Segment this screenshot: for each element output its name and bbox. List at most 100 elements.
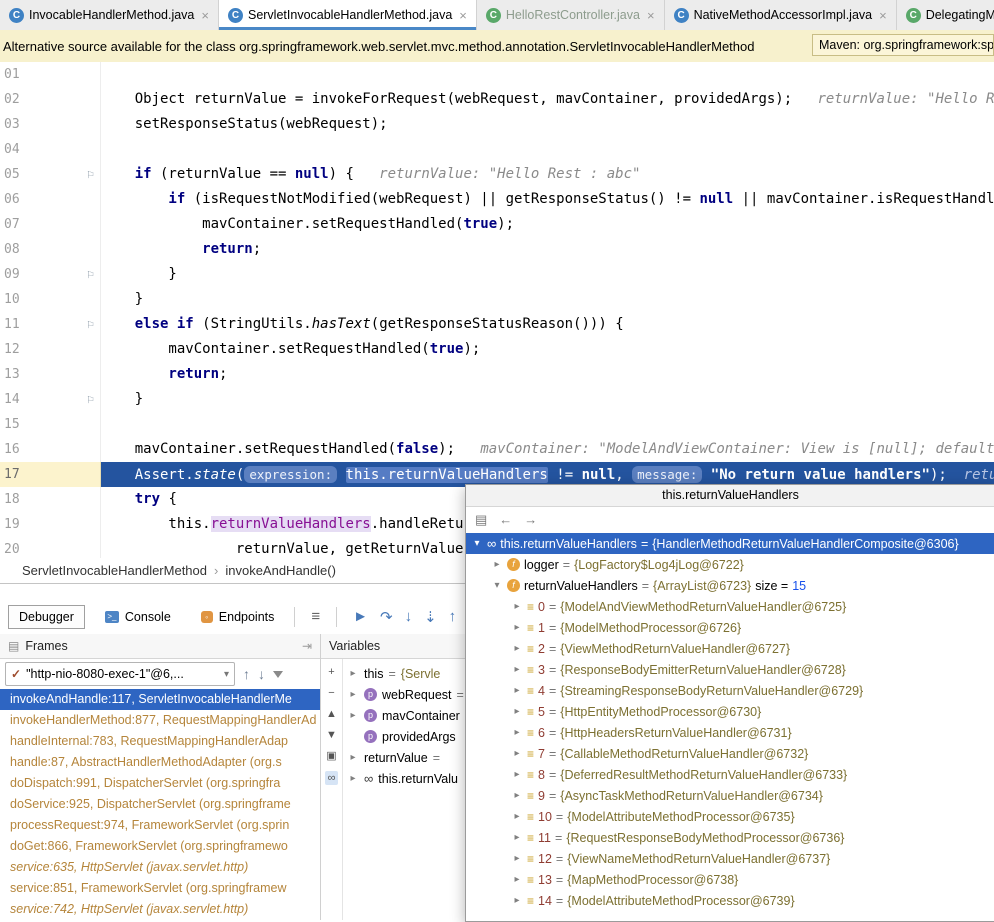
stack-frame[interactable]: handleInternal:783, RequestMappingHandle… [0,731,320,752]
code-text[interactable]: return; [101,237,994,262]
stack-frame[interactable]: service:635, HttpServlet (javax.servlet.… [0,857,320,878]
previous-frame-icon[interactable]: ↑ [243,666,250,682]
close-icon[interactable]: × [879,8,887,23]
tree-row[interactable]: ▸≡12 = {ViewNameMethodReturnValueHandler… [466,848,994,869]
tree-row[interactable]: ▸≡8 = {DeferredResultMethodReturnValueHa… [466,764,994,785]
panel-menu-icon[interactable]: ⇥ [302,639,312,653]
chevron-right-icon[interactable]: ▸ [511,685,523,696]
tree-row[interactable]: ▸≡10 = {ModelAttributeMethodProcessor@67… [466,806,994,827]
layout-settings-icon[interactable]: ≡ [305,608,326,625]
add-watch-icon[interactable]: + [328,666,334,678]
code-text[interactable]: return; [101,362,994,387]
stack-frame[interactable]: processRequest:974, FrameworkServlet (or… [0,815,320,836]
code-text[interactable] [101,137,994,162]
filter-funnel-icon[interactable] [273,671,283,678]
chevron-right-icon[interactable]: ▸ [511,853,523,864]
editor-gutter[interactable]: 10 [0,287,101,312]
chevron-right-icon[interactable]: ▸ [347,773,359,784]
toolwindow-tab-console[interactable]: >_Console [95,606,181,628]
chevron-right-icon[interactable]: ▸ [511,601,523,612]
code-line[interactable]: 01 [0,62,994,87]
chevron-right-icon[interactable]: ▸ [511,811,523,822]
stack-frame[interactable]: doService:925, DispatcherServlet (org.sp… [0,794,320,815]
chevron-right-icon[interactable]: ▸ [511,664,523,675]
tree-row[interactable]: ▸≡13 = {MapMethodProcessor@6738} [466,869,994,890]
code-text[interactable]: } [101,387,994,412]
tree-row[interactable]: ▸≡4 = {StreamingResponseBodyReturnValueH… [466,680,994,701]
step-over-icon[interactable]: ↷ [374,608,399,626]
code-text[interactable] [101,412,994,437]
tree-row[interactable]: ▸flogger = {LogFactory$Log4jLog@6722} [466,554,994,575]
forward-icon[interactable]: → [524,512,537,527]
code-line[interactable]: 03 setResponseStatus(webRequest); [0,112,994,137]
next-frame-icon[interactable]: ↓ [258,666,265,682]
chevron-right-icon[interactable]: ▸ [347,668,359,679]
chevron-right-icon[interactable]: ▸ [491,559,503,570]
view-options-icon[interactable]: ▤ [475,512,487,528]
tree-row[interactable]: ▸≡14 = {ModelAttributeMethodProcessor@67… [466,890,994,911]
breadcrumb-class[interactable]: ServletInvocableHandlerMethod [22,563,207,578]
code-text[interactable]: mavContainer.setRequestHandled(true); [101,337,994,362]
editor-tab[interactable]: CNativeMethodAccessorImpl.java× [665,0,897,30]
stack-frame[interactable]: invokeHandlerMethod:877, RequestMappingH… [0,710,320,731]
code-line[interactable]: 08 return; [0,237,994,262]
tree-row[interactable]: ▾freturnValueHandlers = {ArrayList@6723}… [466,575,994,596]
editor-gutter[interactable]: 07 [0,212,101,237]
stack-frame[interactable]: service:851, FrameworkServlet (org.sprin… [0,878,320,899]
editor-gutter[interactable]: 06 [0,187,101,212]
move-watch-up-icon[interactable]: ▲ [326,708,337,720]
editor-tab[interactable]: CInvocableHandlerMethod.java× [0,0,219,30]
stack-frame[interactable]: handle:87, AbstractHandlerMethodAdapter … [0,752,320,773]
tree-row[interactable]: ▸≡9 = {AsyncTaskMethodReturnValueHandler… [466,785,994,806]
code-text[interactable]: mavContainer.setRequestHandled(true); [101,212,994,237]
code-text[interactable]: if (isRequestNotModified(webRequest) || … [101,187,994,212]
breadcrumb-method[interactable]: invokeAndHandle() [225,563,336,578]
chevron-right-icon[interactable]: ▸ [511,769,523,780]
chevron-right-icon[interactable]: ▸ [347,710,359,721]
code-line[interactable]: 07 mavContainer.setRequestHandled(true); [0,212,994,237]
chevron-right-icon[interactable]: ▸ [511,874,523,885]
stack-frame[interactable]: doDispatch:991, DispatcherServlet (org.s… [0,773,320,794]
close-icon[interactable]: × [201,8,209,23]
chevron-right-icon[interactable]: ▸ [511,643,523,654]
code-line[interactable]: 13 return; [0,362,994,387]
code-text[interactable]: if (returnValue == null) { returnValue: … [101,162,994,187]
stack-frame[interactable]: doGet:866, FrameworkServlet (org.springf… [0,836,320,857]
editor-gutter[interactable]: 08 [0,237,101,262]
force-step-into-icon[interactable]: ⇣ [418,608,443,626]
move-watch-down-icon[interactable]: ▼ [326,729,337,741]
code-text[interactable]: } [101,262,994,287]
editor-gutter[interactable]: 04 [0,137,101,162]
editor-gutter[interactable]: 11⚐ [0,312,101,337]
code-text[interactable]: else if (StringUtils.hasText(getResponse… [101,312,994,337]
code-text[interactable]: } [101,287,994,312]
toolwindow-tab-debugger[interactable]: Debugger [8,605,85,629]
show-watches-icon[interactable]: ∞ [325,771,339,785]
duplicate-watch-icon[interactable]: ▣ [326,750,336,762]
editor-gutter[interactable]: 13 [0,362,101,387]
code-line[interactable]: 09⚐ } [0,262,994,287]
code-line[interactable]: 14⚐ } [0,387,994,412]
editor-gutter[interactable]: 18 [0,487,101,512]
close-icon[interactable]: × [647,8,655,23]
chevron-right-icon[interactable]: ▸ [511,832,523,843]
code-line[interactable]: 15 [0,412,994,437]
step-into-icon[interactable]: ↓ [399,608,419,625]
editor-tab[interactable]: CServletInvocableHandlerMethod.java× [219,0,477,30]
code-line[interactable]: 11⚐ else if (StringUtils.hasText(getResp… [0,312,994,337]
chevron-right-icon[interactable]: ▸ [511,748,523,759]
step-out-icon[interactable]: ↑ [443,608,463,625]
editor-gutter[interactable]: 16 [0,437,101,462]
editor-gutter[interactable]: 20 [0,537,101,558]
chevron-right-icon[interactable]: ▸ [511,706,523,717]
code-line[interactable]: 06 if (isRequestNotModified(webRequest) … [0,187,994,212]
code-line[interactable]: 02 Object returnValue = invokeForRequest… [0,87,994,112]
close-icon[interactable]: × [459,8,467,23]
chevron-right-icon[interactable]: ▸ [347,752,359,763]
editor-gutter[interactable]: 03 [0,112,101,137]
editor-tab[interactable]: CHelloRestController.java× [477,0,665,30]
tree-row[interactable]: ▸≡0 = {ModelAndViewMethodReturnValueHand… [466,596,994,617]
tree-row[interactable]: ▸≡7 = {CallableMethodReturnValueHandler@… [466,743,994,764]
tree-row[interactable]: ▾∞this.returnValueHandlers = {HandlerMet… [466,533,994,554]
tree-row[interactable]: ▸≡5 = {HttpEntityMethodProcessor@6730} [466,701,994,722]
